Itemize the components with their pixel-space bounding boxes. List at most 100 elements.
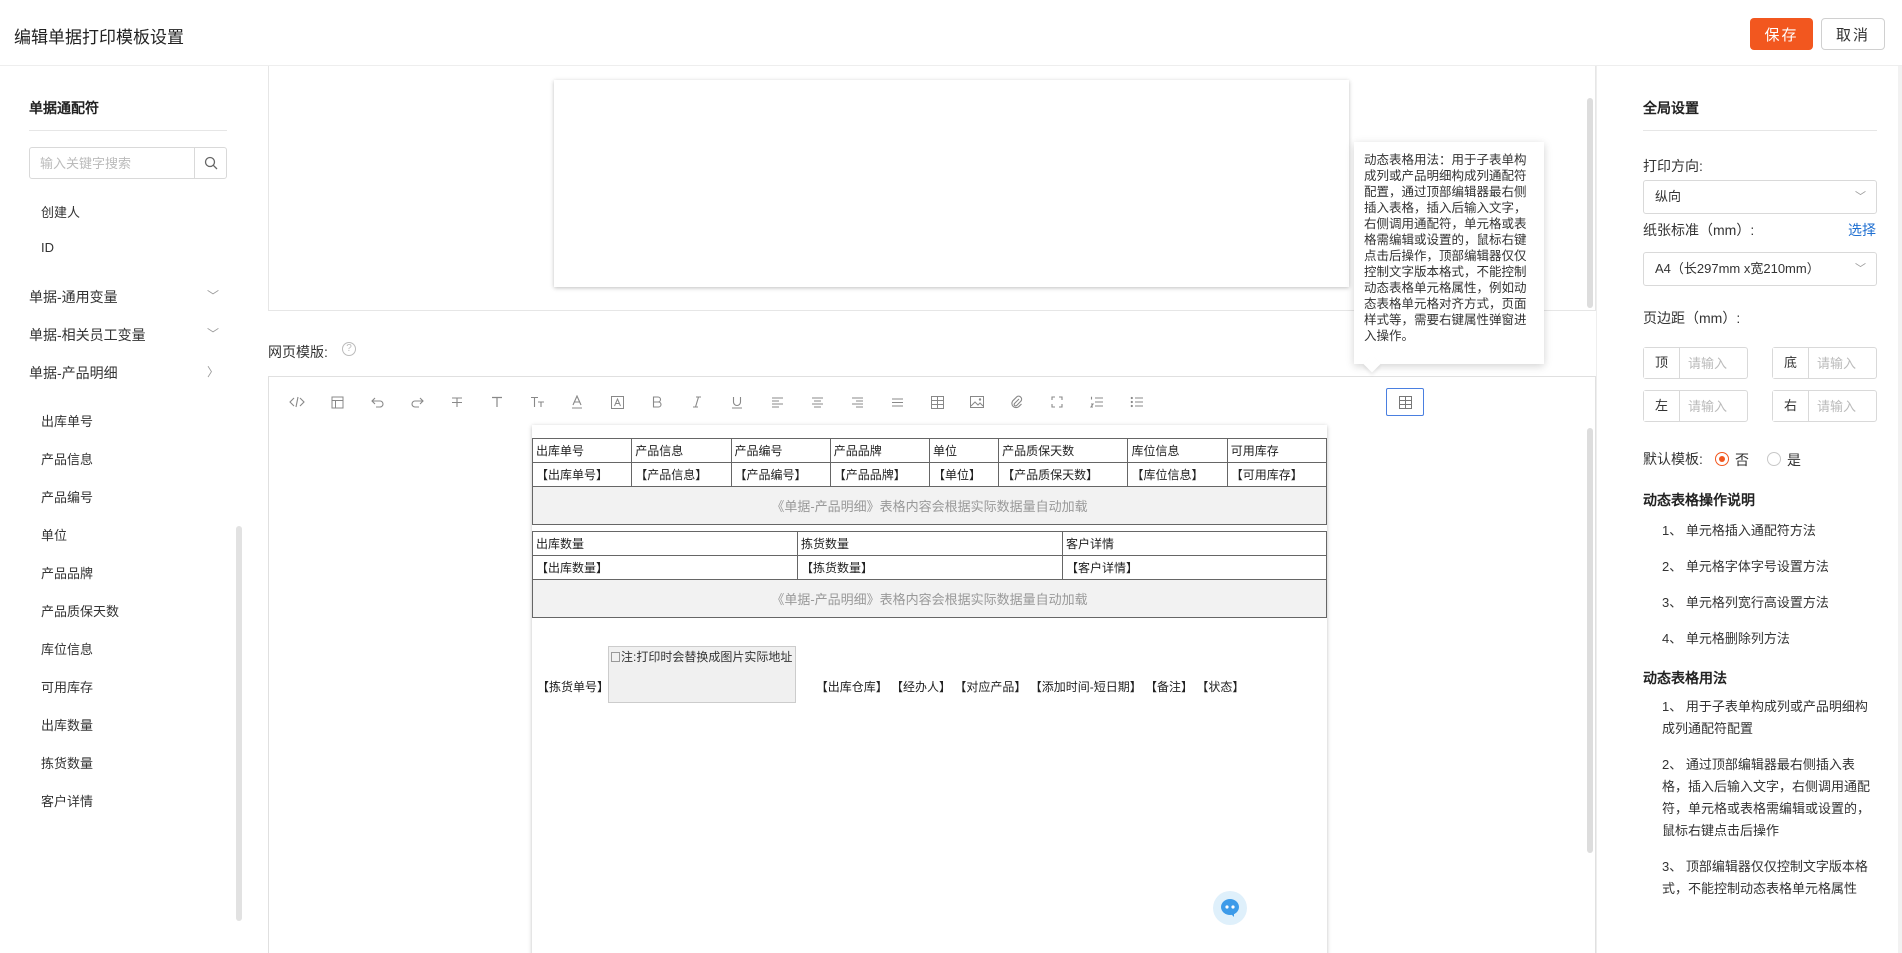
fullscreen-icon[interactable] <box>1043 389 1071 415</box>
table-cell[interactable]: 【出库单号】 <box>531 462 633 487</box>
undo-icon[interactable] <box>363 389 391 415</box>
font-size-icon[interactable] <box>523 389 551 415</box>
top-scrollbar[interactable] <box>1587 98 1593 308</box>
ops-item[interactable]: 2、 单元格字体字号设置方法 <box>1662 556 1874 578</box>
wildcard-item[interactable]: 客户详情 <box>41 791 93 810</box>
group-staff-vars[interactable]: 单据-相关员工变量 ﹀ <box>29 325 219 345</box>
paper-value: A4（长297mm x宽210mm） <box>1655 261 1820 276</box>
table-cell[interactable]: 【出库数量】 <box>532 555 798 580</box>
redo-icon[interactable] <box>403 389 431 415</box>
ops-item[interactable]: 3、 单元格列宽行高设置方法 <box>1662 592 1874 614</box>
wildcard-item[interactable]: 产品编号 <box>41 487 93 506</box>
table-cell[interactable]: 客户详情 <box>1062 531 1327 556</box>
right-scrollbar[interactable] <box>1898 66 1902 953</box>
ops-item[interactable]: 4、 单元格删除列方法 <box>1662 628 1874 650</box>
table-cell[interactable]: 出库数量 <box>532 531 798 556</box>
table-cell[interactable]: 产品质保天数 <box>998 438 1129 463</box>
font-color-icon[interactable] <box>563 389 591 415</box>
group-product-detail[interactable]: 单据-产品明细 〉 <box>29 363 219 383</box>
chevron-down-icon: ﹀ <box>1855 263 1866 275</box>
paper-select-link[interactable]: 选择 <box>1848 220 1876 240</box>
wildcard-item[interactable]: 单位 <box>41 525 67 544</box>
table-icon[interactable] <box>923 389 951 415</box>
table-cell[interactable]: 【客户详情】 <box>1062 555 1327 580</box>
image-alt-text: 注:打印时会替换成图片实际地址 <box>621 650 793 664</box>
table-cell[interactable]: 出库单号 <box>531 438 633 463</box>
orientation-label: 打印方向: <box>1643 158 1703 174</box>
table-row: 【出库数量】 【拣货数量】 【客户详情】 <box>532 555 1327 580</box>
underline-icon[interactable] <box>723 389 751 415</box>
table-cell[interactable]: 拣货数量 <box>797 531 1063 556</box>
image-icon[interactable] <box>963 389 991 415</box>
dynamic-table-icon[interactable] <box>1386 388 1424 416</box>
heading-icon[interactable] <box>483 389 511 415</box>
margin-bottom-input[interactable] <box>1810 348 1876 378</box>
default-yes-radio[interactable] <box>1767 452 1781 466</box>
margin-top-input[interactable] <box>1681 348 1747 378</box>
rich-text-editor[interactable]: 出库单号 产品信息 产品编号 产品品牌 单位 产品质保天数 库位信息 可用库存 … <box>268 425 1596 953</box>
wildcard-item[interactable]: 库位信息 <box>41 639 93 658</box>
table-cell[interactable]: 产品品牌 <box>829 438 931 463</box>
ordered-list-icon[interactable] <box>1083 389 1111 415</box>
product-detail-table-1[interactable]: 出库单号 产品信息 产品编号 产品品牌 单位 产品质保天数 库位信息 可用库存 … <box>531 438 1328 525</box>
background-color-icon[interactable] <box>603 389 631 415</box>
search-button[interactable] <box>194 148 226 178</box>
align-left-icon[interactable] <box>763 389 791 415</box>
search-input[interactable] <box>30 148 195 178</box>
attachment-icon[interactable] <box>1003 389 1031 415</box>
image-placeholder[interactable]: 注:打印时会替换成图片实际地址 <box>608 646 796 703</box>
table-cell[interactable]: 【产品质保天数】 <box>998 462 1129 487</box>
usage-title: 动态表格用法 <box>1643 670 1727 686</box>
strikethrough-icon[interactable] <box>443 389 471 415</box>
help-icon[interactable]: ? <box>342 342 356 356</box>
paper-select[interactable]: A4（长297mm x宽210mm） ﹀ <box>1643 252 1877 286</box>
token-pick-no[interactable]: 【拣货单号】 <box>537 680 609 694</box>
group-general-vars[interactable]: 单据-通用变量 ﹀ <box>29 287 219 307</box>
table-cell[interactable]: 【库位信息】 <box>1127 462 1228 487</box>
wildcard-item[interactable]: 可用库存 <box>41 677 93 696</box>
margin-left-label: 左 <box>1644 391 1680 421</box>
table-cell[interactable]: 【单位】 <box>928 462 1000 487</box>
table-cell[interactable]: 【产品信息】 <box>631 462 732 487</box>
table-cell[interactable]: 【产品编号】 <box>730 462 831 487</box>
align-center-icon[interactable] <box>803 389 831 415</box>
table-cell[interactable]: 产品编号 <box>730 438 831 463</box>
usage-item: 1、 用于子表单构成列或产品明细构成列通配符配置 <box>1662 699 1868 736</box>
bold-icon[interactable] <box>643 389 671 415</box>
align-right-icon[interactable] <box>843 389 871 415</box>
table-cell[interactable]: 单位 <box>928 438 1000 463</box>
italic-icon[interactable] <box>683 389 711 415</box>
orientation-select[interactable]: 纵向 ﹀ <box>1643 180 1877 214</box>
auto-load-note: 《单据-产品明细》表格内容会根据实际数据量自动加载 <box>532 486 1327 525</box>
code-view-icon[interactable] <box>283 389 311 415</box>
orientation-value: 纵向 <box>1655 189 1682 204</box>
wildcard-item[interactable]: 出库单号 <box>41 411 93 430</box>
chat-assistant-icon[interactable] <box>1213 891 1247 925</box>
margin-right-input[interactable] <box>1810 391 1876 421</box>
table-cell[interactable]: 【产品品牌】 <box>829 462 931 487</box>
table-cell[interactable]: 产品信息 <box>631 438 732 463</box>
wildcard-item[interactable]: 拣货数量 <box>41 753 93 772</box>
margin-left-input[interactable] <box>1681 391 1747 421</box>
save-button[interactable]: 保存 <box>1750 18 1813 50</box>
wildcard-item[interactable]: 产品信息 <box>41 449 93 468</box>
justify-icon[interactable] <box>883 389 911 415</box>
cancel-button[interactable]: 取消 <box>1821 18 1885 50</box>
table-cell[interactable]: 【可用库存】 <box>1226 462 1328 487</box>
table-cell[interactable]: 【拣货数量】 <box>797 555 1063 580</box>
editor-scrollbar[interactable] <box>1587 428 1593 853</box>
token-list[interactable]: 【出库仓库】 【经办人】 【对应产品】 【添加时间-短日期】 【备注】 【状态】 <box>816 680 1245 694</box>
unordered-list-icon[interactable] <box>1123 389 1151 415</box>
wildcard-item[interactable]: 产品品牌 <box>41 563 93 582</box>
ops-item[interactable]: 1、 单元格插入通配符方法 <box>1662 520 1874 542</box>
wildcard-item-creator[interactable]: 创建人 <box>41 202 80 221</box>
table-cell[interactable]: 库位信息 <box>1127 438 1228 463</box>
wildcard-item-id[interactable]: ID <box>41 240 54 255</box>
product-detail-table-2[interactable]: 出库数量 拣货数量 客户详情 【出库数量】 【拣货数量】 【客户详情】 《单据-… <box>532 531 1327 618</box>
template-icon[interactable] <box>323 389 351 415</box>
table-cell[interactable]: 可用库存 <box>1226 438 1328 463</box>
wildcard-item[interactable]: 出库数量 <box>41 715 93 734</box>
default-no-radio[interactable] <box>1715 452 1729 466</box>
sidebar-scrollbar[interactable] <box>236 526 242 921</box>
wildcard-item[interactable]: 产品质保天数 <box>41 601 119 620</box>
